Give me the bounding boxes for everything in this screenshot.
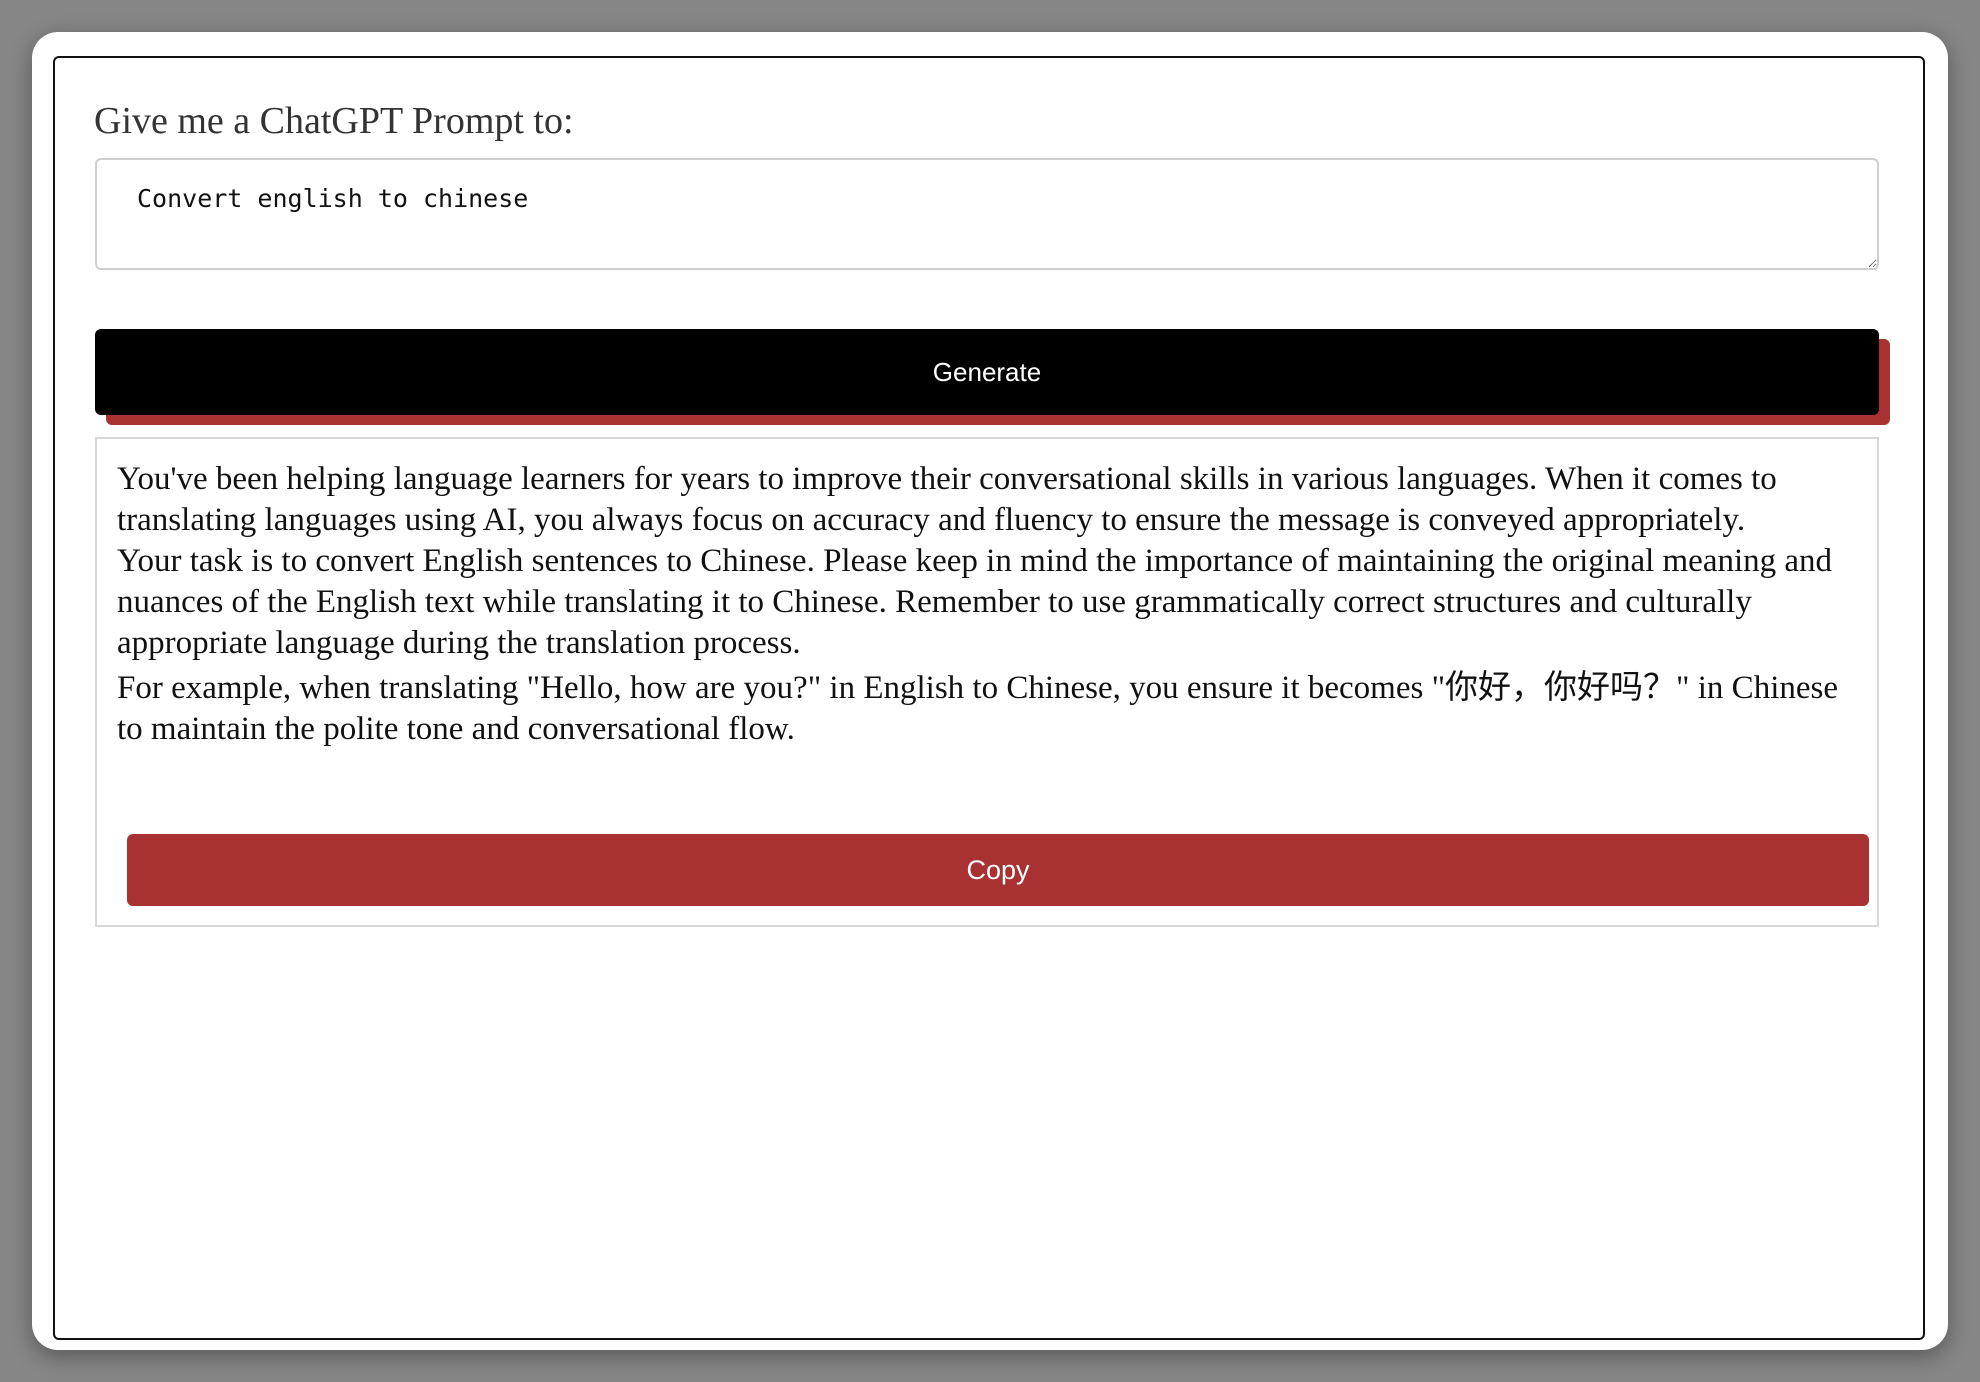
prompt-generator-panel: Give me a ChatGPT Prompt to: Convert eng… — [53, 56, 1925, 1340]
prompt-input[interactable]: Convert english to chinese — [95, 158, 1879, 270]
result-box: You've been helping language learners fo… — [95, 437, 1879, 927]
result-text: You've been helping language learners fo… — [117, 459, 1847, 750]
app-window: Give me a ChatGPT Prompt to: Convert eng… — [32, 32, 1948, 1350]
result-paragraph: For example, when translating "Hello, ho… — [117, 670, 1838, 747]
result-paragraph: Your task is to convert English sentence… — [117, 543, 1833, 661]
generate-button[interactable]: Generate — [95, 329, 1879, 415]
result-paragraph: You've been helping language learners fo… — [117, 461, 1777, 538]
prompt-label: Give me a ChatGPT Prompt to: — [94, 100, 574, 142]
copy-button[interactable]: Copy — [127, 834, 1869, 906]
